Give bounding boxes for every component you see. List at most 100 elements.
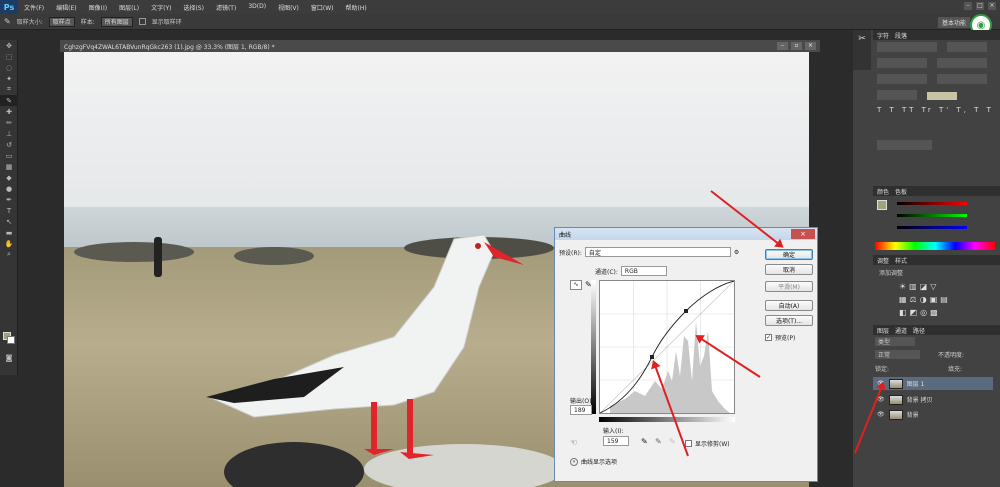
tools-options-icon[interactable]: ✂ bbox=[853, 34, 871, 44]
menu-item[interactable]: 文件(F) bbox=[18, 3, 50, 12]
layers-panel-tabs: 图层 通道 路径 bbox=[873, 325, 1000, 335]
move-tool-icon[interactable]: ✥ bbox=[0, 40, 18, 51]
quick-mask-icon[interactable]: ◙ bbox=[0, 352, 18, 363]
document-tab[interactable]: CghzgFVq4ZWAL6TABVunRqGkc263 (1).jpg @ 3… bbox=[60, 40, 820, 52]
sample-select[interactable]: 所有图层 bbox=[100, 16, 133, 27]
pen-tool-icon[interactable]: ✒ bbox=[0, 194, 18, 205]
leading-field[interactable] bbox=[937, 58, 988, 68]
white-point-eyedropper-icon[interactable]: ✎ bbox=[669, 437, 676, 446]
type-tool-icon[interactable]: T bbox=[0, 205, 18, 216]
preview-checkbox[interactable]: ✓ bbox=[765, 334, 772, 341]
tab-swatches[interactable]: 色板 bbox=[895, 187, 907, 196]
maximize-icon[interactable]: □ bbox=[976, 2, 984, 10]
auto-button[interactable]: 自动(A) bbox=[765, 300, 813, 311]
tab-paths[interactable]: 路径 bbox=[913, 326, 925, 335]
font-size-field[interactable] bbox=[877, 58, 927, 68]
preview-label: 预览(P) bbox=[775, 335, 796, 342]
stamp-tool-icon[interactable]: ⊥ bbox=[0, 128, 18, 139]
color-panel-fg-swatch[interactable] bbox=[877, 200, 887, 210]
background-color-swatch[interactable] bbox=[7, 336, 15, 344]
cancel-button[interactable]: 取消 bbox=[765, 264, 813, 275]
tab-adjustments[interactable]: 调整 bbox=[877, 256, 889, 265]
doc-restore-icon[interactable]: ▫ bbox=[791, 42, 802, 50]
ok-button[interactable]: 确定 bbox=[765, 249, 813, 260]
minimize-icon[interactable]: – bbox=[964, 2, 972, 10]
language-select[interactable] bbox=[877, 140, 932, 150]
preset-select[interactable]: 自定 bbox=[584, 247, 731, 257]
visibility-eye-icon[interactable]: 👁 bbox=[877, 411, 885, 418]
menu-item[interactable]: 文字(Y) bbox=[145, 3, 177, 12]
channel-select[interactable]: RGB bbox=[620, 266, 667, 276]
menu-item[interactable]: 滤镜(T) bbox=[210, 3, 242, 12]
dodge-tool-icon[interactable]: ● bbox=[0, 183, 18, 194]
path-select-icon[interactable]: ↖ bbox=[0, 216, 18, 227]
tab-color[interactable]: 颜色 bbox=[877, 187, 889, 196]
text-color-swatch[interactable] bbox=[927, 92, 958, 100]
tab-layers[interactable]: 图层 bbox=[877, 326, 889, 335]
show-ring-checkbox[interactable] bbox=[138, 18, 146, 25]
input-field[interactable]: 159 bbox=[603, 436, 629, 446]
smooth-button[interactable]: 平滑(M) bbox=[765, 281, 813, 292]
font-style-select[interactable] bbox=[947, 42, 988, 52]
layer-row[interactable]: 👁 背景 bbox=[873, 408, 993, 421]
blur-tool-icon[interactable]: ◆ bbox=[0, 172, 18, 183]
layer-row[interactable]: 👁 图层 1 bbox=[873, 377, 993, 390]
eraser-tool-icon[interactable]: ▭ bbox=[0, 150, 18, 161]
tracking-field[interactable] bbox=[937, 74, 988, 84]
menu-item[interactable]: 视图(V) bbox=[272, 3, 305, 12]
menu-item[interactable]: 3D(D) bbox=[242, 3, 272, 12]
blend-mode-select[interactable]: 正常 bbox=[875, 350, 920, 359]
marquee-tool-icon[interactable]: ⬚ bbox=[0, 51, 18, 62]
dialog-close-button[interactable]: × bbox=[791, 229, 815, 239]
shape-tool-icon[interactable]: ▬ bbox=[0, 227, 18, 238]
zoom-tool-icon[interactable]: ⌕ bbox=[0, 249, 18, 260]
doc-minimize-icon[interactable]: – bbox=[777, 42, 788, 50]
sample-size-label: 取样大小: bbox=[16, 19, 43, 26]
sample-size-select[interactable]: 取样点 bbox=[48, 16, 75, 27]
output-field[interactable]: 189 bbox=[570, 405, 592, 415]
kerning-field[interactable] bbox=[877, 74, 927, 84]
expand-options-icon[interactable]: » bbox=[570, 457, 578, 466]
lasso-tool-icon[interactable]: ◌ bbox=[0, 62, 18, 73]
vertical-scale-field[interactable] bbox=[877, 90, 917, 100]
menu-item[interactable]: 编辑(E) bbox=[50, 3, 82, 12]
tab-channels[interactable]: 通道 bbox=[895, 326, 907, 335]
hand-tool-icon[interactable]: ✋ bbox=[0, 238, 18, 249]
tab-paragraph[interactable]: 段落 bbox=[895, 31, 907, 40]
eyedropper-tool-icon[interactable]: ✎ bbox=[4, 17, 11, 26]
layer-row[interactable]: 👁 背景 拷贝 bbox=[873, 393, 993, 406]
curve-edit-icon[interactable]: ∿ bbox=[570, 280, 582, 290]
menu-item[interactable]: 帮助(H) bbox=[340, 3, 373, 12]
red-slider[interactable] bbox=[897, 202, 967, 205]
green-slider[interactable] bbox=[897, 214, 967, 217]
doc-close-icon[interactable]: × bbox=[805, 42, 816, 50]
layer-filter-select[interactable]: 类型 bbox=[875, 337, 915, 346]
options-button[interactable]: 选项(T)... bbox=[765, 315, 813, 326]
show-clipping-checkbox[interactable] bbox=[685, 440, 692, 447]
font-family-select[interactable] bbox=[877, 42, 937, 52]
menu-item[interactable]: 图像(I) bbox=[83, 3, 113, 12]
tab-styles[interactable]: 样式 bbox=[895, 256, 907, 265]
quick-select-tool-icon[interactable]: ✦ bbox=[0, 73, 18, 84]
healing-brush-icon[interactable]: ✚ bbox=[0, 106, 18, 117]
text-style-icons[interactable]: T T TT Tr T' T, T T bbox=[877, 106, 996, 136]
history-brush-icon[interactable]: ↺ bbox=[0, 139, 18, 150]
tab-character[interactable]: 字符 bbox=[877, 31, 889, 40]
adjustment-icons[interactable]: ☀▥◪▽ ▦⚖◑▣▤ ◧◩◎▩ bbox=[899, 280, 979, 319]
menu-item[interactable]: 窗口(W) bbox=[305, 3, 340, 12]
menu-item[interactable]: 图层(L) bbox=[113, 3, 145, 12]
gradient-tool-icon[interactable]: ▦ bbox=[0, 161, 18, 172]
gray-point-eyedropper-icon[interactable]: ✎ bbox=[655, 437, 662, 446]
menu-item[interactable]: 选择(S) bbox=[177, 3, 210, 12]
black-point-eyedropper-icon[interactable]: ✎ bbox=[641, 437, 648, 446]
crop-tool-icon[interactable]: ⌗ bbox=[0, 84, 18, 95]
workspace-select[interactable]: 基本功能 bbox=[937, 17, 970, 28]
close-icon[interactable]: × bbox=[988, 2, 996, 10]
color-spectrum[interactable] bbox=[875, 242, 995, 250]
blue-slider[interactable] bbox=[897, 226, 967, 229]
layer-thumbnail bbox=[888, 409, 903, 420]
brush-tool-icon[interactable]: ✏ bbox=[0, 117, 18, 128]
target-adjust-icon[interactable]: ☜ bbox=[570, 438, 577, 447]
preset-menu-icon[interactable]: ⚙ bbox=[734, 249, 739, 256]
eyedropper-icon[interactable]: ✎ bbox=[0, 95, 18, 106]
